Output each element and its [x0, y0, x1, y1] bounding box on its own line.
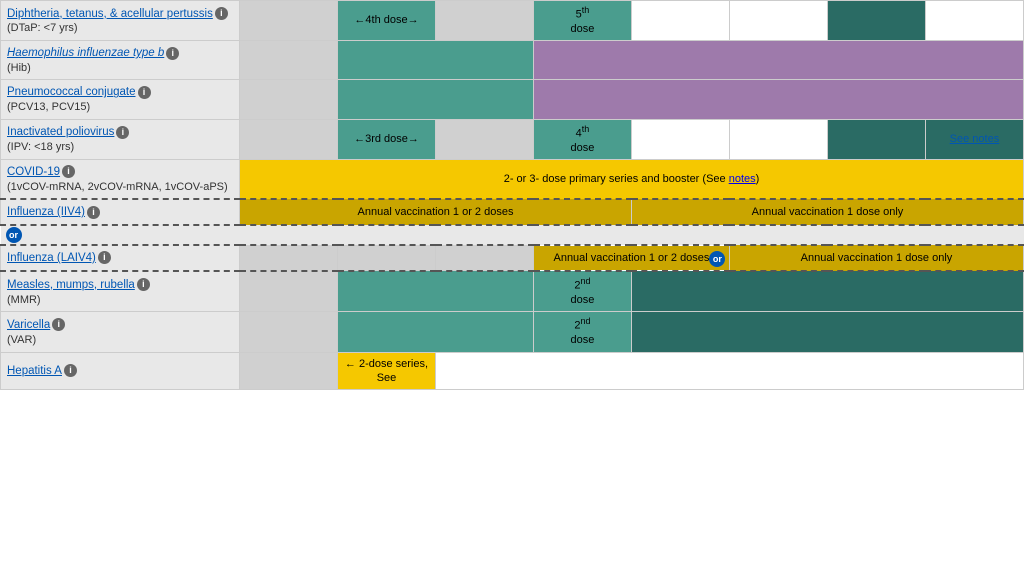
data-cell-hepa-0: [240, 352, 338, 390]
info-icon-hepa[interactable]: i: [64, 364, 77, 377]
data-cell-ipv-2: [435, 119, 533, 159]
vaccine-link-var[interactable]: Varicella: [7, 319, 50, 331]
data-cell-laiv4-4: Annual vaccination 1 dose only: [729, 245, 1023, 271]
info-icon-laiv4[interactable]: i: [98, 251, 111, 264]
vaccine-name-cell-iiv4: Influenza (IIV4)i: [1, 199, 240, 225]
data-cell-dtap-3: 5thdose: [533, 1, 631, 41]
info-icon-pcv[interactable]: i: [138, 86, 151, 99]
info-icon-hib[interactable]: i: [166, 47, 179, 60]
data-cell-pcv-0: [240, 80, 338, 119]
vaccine-link-iiv4[interactable]: Influenza (IIV4): [7, 206, 85, 218]
info-icon-iiv4[interactable]: i: [87, 206, 100, 219]
data-cell-var-2: 2nddose: [533, 312, 631, 352]
vaccine-name-cell-mmr: Measles, mumps, rubellai (MMR): [1, 271, 240, 312]
vaccine-sub-var: (VAR): [7, 333, 233, 347]
info-icon-dtap[interactable]: i: [215, 7, 228, 20]
data-cell-hib-2: [533, 41, 1023, 80]
vaccine-name-cell-hepa: Hepatitis Ai: [1, 352, 240, 390]
info-icon-var[interactable]: i: [52, 318, 65, 331]
data-cell-hepa-2: [435, 352, 1023, 390]
data-cell-pcv-2: [533, 80, 1023, 119]
data-cell-var-1: [338, 312, 534, 352]
data-cell-dtap-0: [240, 1, 338, 41]
vaccine-link-hepa[interactable]: Hepatitis A: [7, 365, 62, 377]
data-cell-pcv-1: [338, 80, 534, 119]
data-cell-ipv-5: [729, 119, 827, 159]
vaccine-link-pcv[interactable]: Pneumococcal conjugate: [7, 86, 136, 98]
data-cell-dtap-6: [827, 1, 925, 41]
notes-link-ipv[interactable]: See notes: [950, 133, 1000, 145]
vaccine-name-cell-ipv: Inactivated poliovirusi(IPV: <18 yrs): [1, 119, 240, 159]
vaccine-name-cell-var: Varicellai (VAR): [1, 312, 240, 352]
or-badge-laiv4: or: [709, 251, 725, 267]
vaccine-sub-mmr: (MMR): [7, 293, 233, 307]
vaccine-link-laiv4[interactable]: Influenza (LAIV4): [7, 252, 96, 264]
data-cell-dtap-4: [631, 1, 729, 41]
vaccine-link-ipv[interactable]: Inactivated poliovirus: [7, 126, 114, 138]
data-cell-dtap-7: [925, 1, 1023, 41]
data-cell-hepa-1: ← 2-dose series, See: [338, 352, 436, 390]
info-icon-ipv[interactable]: i: [116, 126, 129, 139]
data-cell-mmr-3: [631, 271, 1023, 312]
vaccine-name-cell-covid: COVID-19i (1vCOV-mRNA, 2vCOV-mRNA, 1vCOV-…: [1, 159, 240, 199]
data-cell-dtap-1: ←4th dose→: [338, 1, 436, 41]
data-cell-ipv-1: ←3rd dose→: [338, 119, 436, 159]
vaccination-schedule-table: Diphtheria, tetanus, & acellular pertuss…: [0, 0, 1024, 390]
influenza-or-row: or: [1, 225, 1024, 245]
vaccine-sub-ipv: (IPV: <18 yrs): [7, 140, 233, 154]
data-cell-laiv4-2: [435, 245, 533, 271]
data-cell-iiv4-1: Annual vaccination 1 dose only: [631, 199, 1023, 225]
data-cell-mmr-1: [338, 271, 534, 312]
data-cell-mmr-0: [240, 271, 338, 312]
data-cell-laiv4-0: [240, 245, 338, 271]
data-cell-dtap-2: [435, 1, 533, 41]
data-cell-ipv-6: [827, 119, 925, 159]
data-cell-ipv-3: 4thdose: [533, 119, 631, 159]
data-cell-var-0: [240, 312, 338, 352]
info-icon-mmr[interactable]: i: [137, 278, 150, 291]
vaccine-sub-dtap: (DTaP: <7 yrs): [7, 21, 233, 35]
vaccine-sub-hib: (Hib): [7, 61, 233, 75]
vaccine-link-covid[interactable]: COVID-19: [7, 166, 60, 178]
vaccine-link-mmr[interactable]: Measles, mumps, rubella: [7, 279, 135, 291]
vaccine-name-cell-pcv: Pneumococcal conjugatei(PCV13, PCV15): [1, 80, 240, 119]
vaccine-link-dtap[interactable]: Diphtheria, tetanus, & acellular pertuss…: [7, 8, 213, 20]
or-badge: or: [6, 227, 22, 243]
data-cell-ipv-4: [631, 119, 729, 159]
notes-link-covid[interactable]: notes: [729, 173, 756, 185]
data-cell-ipv-0: [240, 119, 338, 159]
data-cell-mmr-2: 2nddose: [533, 271, 631, 312]
data-cell-var-3: [631, 312, 1023, 352]
data-cell-covid-0: 2- or 3- dose primary series and booster…: [240, 159, 1024, 199]
data-cell-dtap-5: [729, 1, 827, 41]
vaccine-name-cell-hib: Haemophilus influenzae type bi(Hib): [1, 41, 240, 80]
vaccine-name-cell-dtap: Diphtheria, tetanus, & acellular pertuss…: [1, 1, 240, 41]
data-cell-laiv4-3: Annual vaccination 1 or 2 dosesor: [533, 245, 729, 271]
vaccine-sub-pcv: (PCV13, PCV15): [7, 100, 233, 114]
vaccine-link-hib[interactable]: Haemophilus influenzae type b: [7, 47, 164, 59]
data-cell-iiv4-0: Annual vaccination 1 or 2 doses: [240, 199, 632, 225]
data-cell-ipv-7: See notes: [925, 119, 1023, 159]
vaccine-name-cell-laiv4: Influenza (LAIV4)i: [1, 245, 240, 271]
data-cell-hib-1: [338, 41, 534, 80]
data-cell-hib-0: [240, 41, 338, 80]
data-cell-laiv4-1: [338, 245, 436, 271]
info-icon-covid[interactable]: i: [62, 165, 75, 178]
vaccine-sub-covid: (1vCOV-mRNA, 2vCOV-mRNA, 1vCOV-aPS): [7, 180, 233, 194]
